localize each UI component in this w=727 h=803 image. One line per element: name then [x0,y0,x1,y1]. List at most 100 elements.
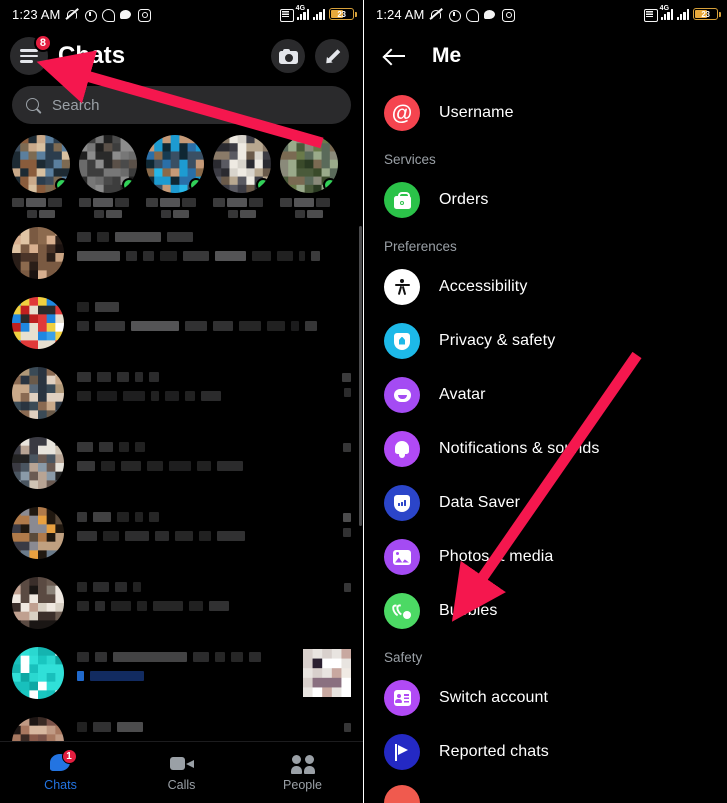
video-camera-icon [169,753,194,775]
story-subtext-redacted [213,210,271,218]
status-bar-clock: 1:23 AM [12,6,61,22]
online-status-dot [122,178,136,192]
signal-strength-1: 4G [296,5,309,20]
story-item[interactable] [79,135,137,218]
story-item[interactable] [280,135,338,218]
chat-meta-redacted [333,297,351,303]
search-container: Search [0,84,363,124]
signal-strength-2 [312,8,325,20]
settings-row-notifications-sounds[interactable]: Notifications & sounds [364,422,727,476]
status-bar-left-group-2: 1:24 AM [376,7,516,22]
chat-preview-redacted [77,647,286,681]
settings-list[interactable]: @ Username Services Orders Preferences Access… [364,84,727,803]
settings-row-partial[interactable] [364,779,727,803]
back-arrow-icon[interactable] [384,47,406,65]
chat-list-item[interactable] [0,358,363,428]
chat-meta-redacted [333,437,351,452]
me-page-title: Me [432,44,462,67]
avatar [12,437,64,489]
redacted-text-line [77,582,320,592]
search-icon [26,97,41,113]
chat-preview-redacted [77,577,320,611]
whatsapp-icon [101,8,116,22]
chat-meta-redacted [299,647,351,697]
nav-tab-calls[interactable]: Calls [121,753,242,792]
nav-tab-chats[interactable]: 1 Chats [0,749,121,792]
settings-row-reported-chats[interactable]: Reported chats [364,725,727,779]
avatar-face-icon [384,377,420,413]
story-item[interactable] [146,135,204,218]
chat-list-item[interactable] [0,568,363,638]
search-input[interactable]: Search [12,86,351,124]
camera-button[interactable] [271,39,305,73]
settings-row-data-saver[interactable]: Data Saver [364,476,727,530]
settings-row-bubbles[interactable]: Bubbles [364,584,727,638]
online-status-dot [189,178,203,192]
settings-row-label: Switch account [439,689,549,706]
redacted-text-line [77,251,320,261]
settings-row-label: Bubbles [439,602,498,619]
chat-list-item[interactable] [0,218,363,288]
settings-group-label: Preferences [384,239,457,254]
nav-tab-label: People [283,778,322,792]
shield-home-icon [384,323,420,359]
avatar [12,297,64,349]
nav-tab-label: Calls [167,778,196,792]
chat-meta-redacted [333,577,351,592]
story-name-redacted [280,198,338,207]
accessibility-icon [384,269,420,305]
chat-list-item[interactable] [0,288,363,358]
chat-preview-redacted [77,437,320,471]
settings-row-photos-media[interactable]: Photos & media [364,530,727,584]
compose-button[interactable] [315,39,349,73]
bell-icon [384,431,420,467]
nav-tab-label: Chats [44,778,77,792]
partial-icon [384,785,420,803]
settings-row-privacy-safety[interactable]: Privacy & safety [364,314,727,368]
pencil-icon [323,47,341,65]
bottom-navigation[interactable]: 1 Chats Calls People [0,741,363,803]
settings-row-username[interactable]: @ Username [364,86,727,140]
chat-preview-redacted [77,367,320,401]
story-name-redacted [213,198,271,207]
avatar [12,507,64,559]
messenger-icon [483,8,496,21]
settings-row-accessibility[interactable]: Accessibility [364,260,727,314]
alarm-icon [83,8,97,22]
settings-row-label: Privacy & safety [439,332,556,349]
avatar [12,367,64,419]
chat-meta-redacted [333,227,351,233]
settings-row-avatar[interactable]: Avatar [364,368,727,422]
redacted-text-line [77,671,286,681]
online-status-dot [55,178,69,192]
chat-list-item[interactable] [0,638,363,708]
stories-row[interactable] [0,124,363,218]
redacted-text-line [77,512,320,522]
story-item[interactable] [12,135,70,218]
settings-row-orders[interactable]: Orders [364,173,727,227]
chat-list[interactable] [0,218,363,803]
battery-indicator: 23 [693,7,721,21]
avatar [12,227,64,279]
nav-tab-people[interactable]: People [242,753,363,792]
settings-row-label: Orders [439,191,489,208]
story-name-redacted [12,198,70,207]
redacted-text-line [77,442,320,452]
sim-card-icon [279,8,294,22]
story-item[interactable] [213,135,271,218]
status-bar-right-group: 4G 23 [279,5,357,22]
hamburger-menu-button[interactable]: 8 [10,34,52,75]
battery-indicator: 23 [329,7,357,21]
shopping-bag-icon [384,182,420,218]
chat-list-item[interactable] [0,428,363,498]
settings-row-switch-account[interactable]: Switch account [364,671,727,725]
scrollbar-thumb[interactable] [358,226,362,526]
bubbles-icon [384,593,420,629]
camera-icon [278,48,298,64]
bell-slash-icon [65,8,78,21]
nav-badge: 1 [61,749,77,764]
story-subtext-redacted [146,210,204,218]
chat-list-item[interactable] [0,498,363,568]
sim-card-icon [643,8,658,22]
network-type-label: 4G [659,5,670,12]
